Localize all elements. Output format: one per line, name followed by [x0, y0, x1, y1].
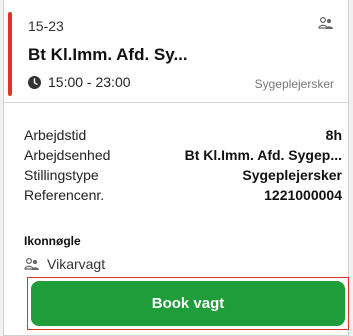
shift-time-row: 15:00 - 23:00: [28, 74, 131, 90]
detail-label: Stillingstype: [24, 167, 99, 183]
icon-legend-item: Vikarvagt: [24, 256, 105, 272]
book-button-focus: Book vagt: [27, 277, 349, 330]
detail-value: 1221000004: [264, 187, 342, 203]
detail-label: Referencenr.: [24, 187, 105, 203]
shift-title: Bt Kl.Imm. Afd. Sy...: [28, 45, 188, 64]
substitute-people-icon: [318, 16, 333, 29]
detail-value: Bt Kl.Imm. Afd. Sygep...: [184, 147, 342, 163]
shift-time: 15:00 - 23:00: [48, 74, 131, 90]
shift-card: 15-23 Bt Kl.Imm. Afd. Sy... 15:00 - 23:0…: [3, 0, 349, 336]
detail-row-referencenr: Referencenr. 1221000004: [24, 187, 342, 207]
shift-details: Arbejdstid 8h Arbejdsenhed Bt Kl.Imm. Af…: [24, 127, 342, 207]
detail-label: Arbejdstid: [24, 127, 87, 143]
detail-label: Arbejdsenhed: [24, 147, 111, 163]
detail-value: 8h: [325, 127, 342, 143]
icon-legend-label: Vikarvagt: [47, 256, 106, 272]
shift-status-bar: [8, 12, 12, 96]
icon-legend-title: Ikonnøgle: [24, 234, 81, 248]
shift-role: Sygeplejersker: [254, 77, 334, 91]
detail-row-stillingstype: Stillingstype Sygeplejersker: [24, 167, 342, 187]
shift-header[interactable]: 15-23 Bt Kl.Imm. Afd. Sy... 15:00 - 23:0…: [4, 0, 348, 103]
shift-date: 15-23: [28, 18, 64, 34]
detail-value: Sygeplejersker: [242, 167, 342, 183]
substitute-people-icon: [24, 257, 39, 270]
detail-row-arbejdstid: Arbejdstid 8h: [24, 127, 342, 147]
book-shift-button[interactable]: Book vagt: [31, 281, 345, 326]
detail-row-arbejdsenhed: Arbejdsenhed Bt Kl.Imm. Afd. Sygep...: [24, 147, 342, 167]
clock-icon: [28, 75, 41, 89]
